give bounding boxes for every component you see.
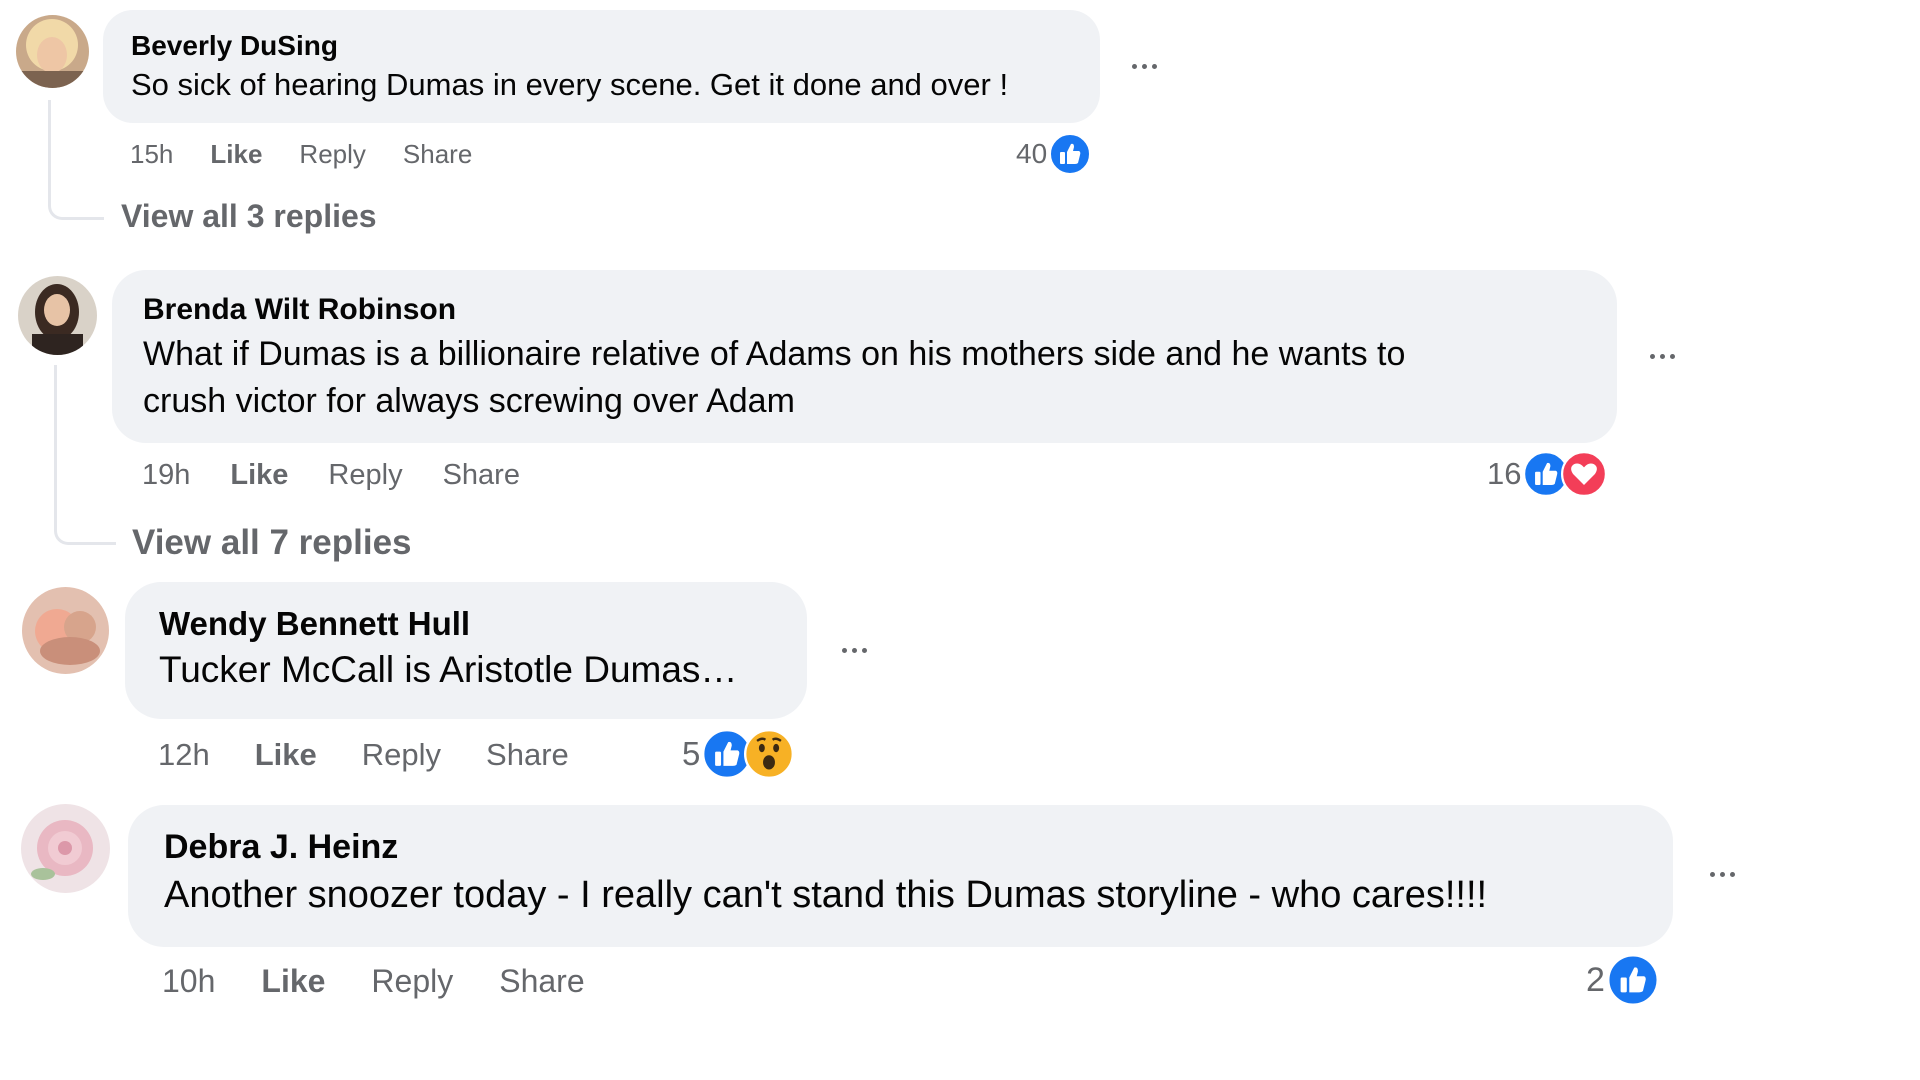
comment-author[interactable]: Wendy Bennett Hull: [159, 604, 773, 644]
profile-photo: [22, 587, 109, 674]
view-replies-link[interactable]: View all 7 replies: [132, 522, 412, 564]
dot-icon: [1152, 64, 1157, 69]
reaction-summary[interactable]: 2: [1586, 954, 1659, 1006]
comment-timestamp[interactable]: 19h: [142, 458, 190, 492]
more-options-button[interactable]: [1650, 354, 1675, 359]
like-button[interactable]: Like: [261, 962, 325, 1000]
dot-icon: [842, 648, 847, 653]
dot-icon: [1650, 354, 1655, 359]
comment-text: Tucker McCall is Aristotle Dumas…: [159, 649, 738, 690]
thread-connector: [54, 365, 116, 545]
comment-text-line-1: What if Dumas is a billionaire relative …: [143, 335, 1406, 373]
dot-icon: [1710, 872, 1715, 877]
comment-timestamp[interactable]: 10h: [162, 962, 215, 1000]
reply-button[interactable]: Reply: [328, 458, 402, 492]
dot-icon: [852, 648, 857, 653]
like-button[interactable]: Like: [255, 737, 317, 773]
dot-icon: [1660, 354, 1665, 359]
avatar-beverly[interactable]: [16, 15, 89, 88]
reaction-count: 16: [1487, 456, 1522, 491]
like-reaction-icon: [1049, 133, 1092, 175]
dot-icon: [1132, 64, 1137, 69]
wow-reaction-icon: [744, 729, 795, 779]
comment-author[interactable]: Brenda Wilt Robinson: [143, 292, 1586, 328]
comment-timestamp[interactable]: 12h: [158, 737, 210, 773]
like-button[interactable]: Like: [230, 458, 288, 492]
dot-icon: [1142, 64, 1147, 69]
dot-icon: [1670, 354, 1675, 359]
comment-text: Another snoozer today - I really can't s…: [164, 874, 1488, 916]
comment-actions: 19h Like Reply Share: [142, 458, 520, 492]
dot-icon: [1730, 872, 1735, 877]
thread-connector: [48, 100, 104, 220]
reaction-count: 40: [1016, 138, 1048, 169]
like-button[interactable]: Like: [210, 139, 262, 169]
comment-actions: 12h Like Reply Share: [158, 737, 569, 773]
dot-icon: [862, 648, 867, 653]
view-replies-link[interactable]: View all 3 replies: [121, 197, 377, 235]
share-button[interactable]: Share: [403, 139, 472, 169]
avatar-wendy[interactable]: [22, 587, 109, 674]
reply-button[interactable]: Reply: [299, 139, 365, 169]
comment-text-line-2: crush victor for always screwing over Ad…: [143, 382, 795, 420]
profile-photo: [21, 804, 110, 893]
comment-bubble: Beverly DuSing So sick of hearing Dumas …: [103, 10, 1100, 123]
reaction-summary[interactable]: 16: [1487, 451, 1608, 497]
comment-bubble: Debra J. Heinz Another snoozer today - I…: [128, 805, 1673, 947]
comment-author[interactable]: Beverly DuSing: [131, 29, 1072, 63]
avatar-debra[interactable]: [21, 804, 110, 893]
reaction-summary[interactable]: 5: [682, 729, 795, 779]
reply-button[interactable]: Reply: [371, 962, 453, 1000]
share-button[interactable]: Share: [486, 737, 569, 773]
comment-bubble: Wendy Bennett Hull Tucker McCall is Aris…: [125, 582, 807, 719]
reaction-summary[interactable]: 40: [1016, 133, 1092, 175]
comment-bubble: Brenda Wilt Robinson What if Dumas is a …: [112, 270, 1617, 443]
share-button[interactable]: Share: [443, 458, 520, 492]
reply-button[interactable]: Reply: [362, 737, 441, 773]
like-reaction-icon: [1606, 954, 1659, 1006]
profile-photo: [16, 15, 89, 88]
profile-photo: [18, 276, 97, 355]
share-button[interactable]: Share: [499, 962, 584, 1000]
comment-actions: 15h Like Reply Share: [130, 139, 472, 169]
more-options-button[interactable]: [842, 648, 867, 653]
love-reaction-icon: [1561, 451, 1608, 497]
comment-author[interactable]: Debra J. Heinz: [164, 827, 1637, 867]
avatar-brenda[interactable]: [18, 276, 97, 355]
more-options-button[interactable]: [1132, 64, 1157, 69]
more-options-button[interactable]: [1710, 872, 1735, 877]
reaction-count: 2: [1586, 960, 1605, 999]
reaction-count: 5: [682, 735, 701, 772]
comment-timestamp[interactable]: 15h: [130, 139, 173, 169]
dot-icon: [1720, 872, 1725, 877]
comment-actions: 10h Like Reply Share: [162, 962, 585, 1000]
comment-text: So sick of hearing Dumas in every scene.…: [131, 67, 1009, 102]
